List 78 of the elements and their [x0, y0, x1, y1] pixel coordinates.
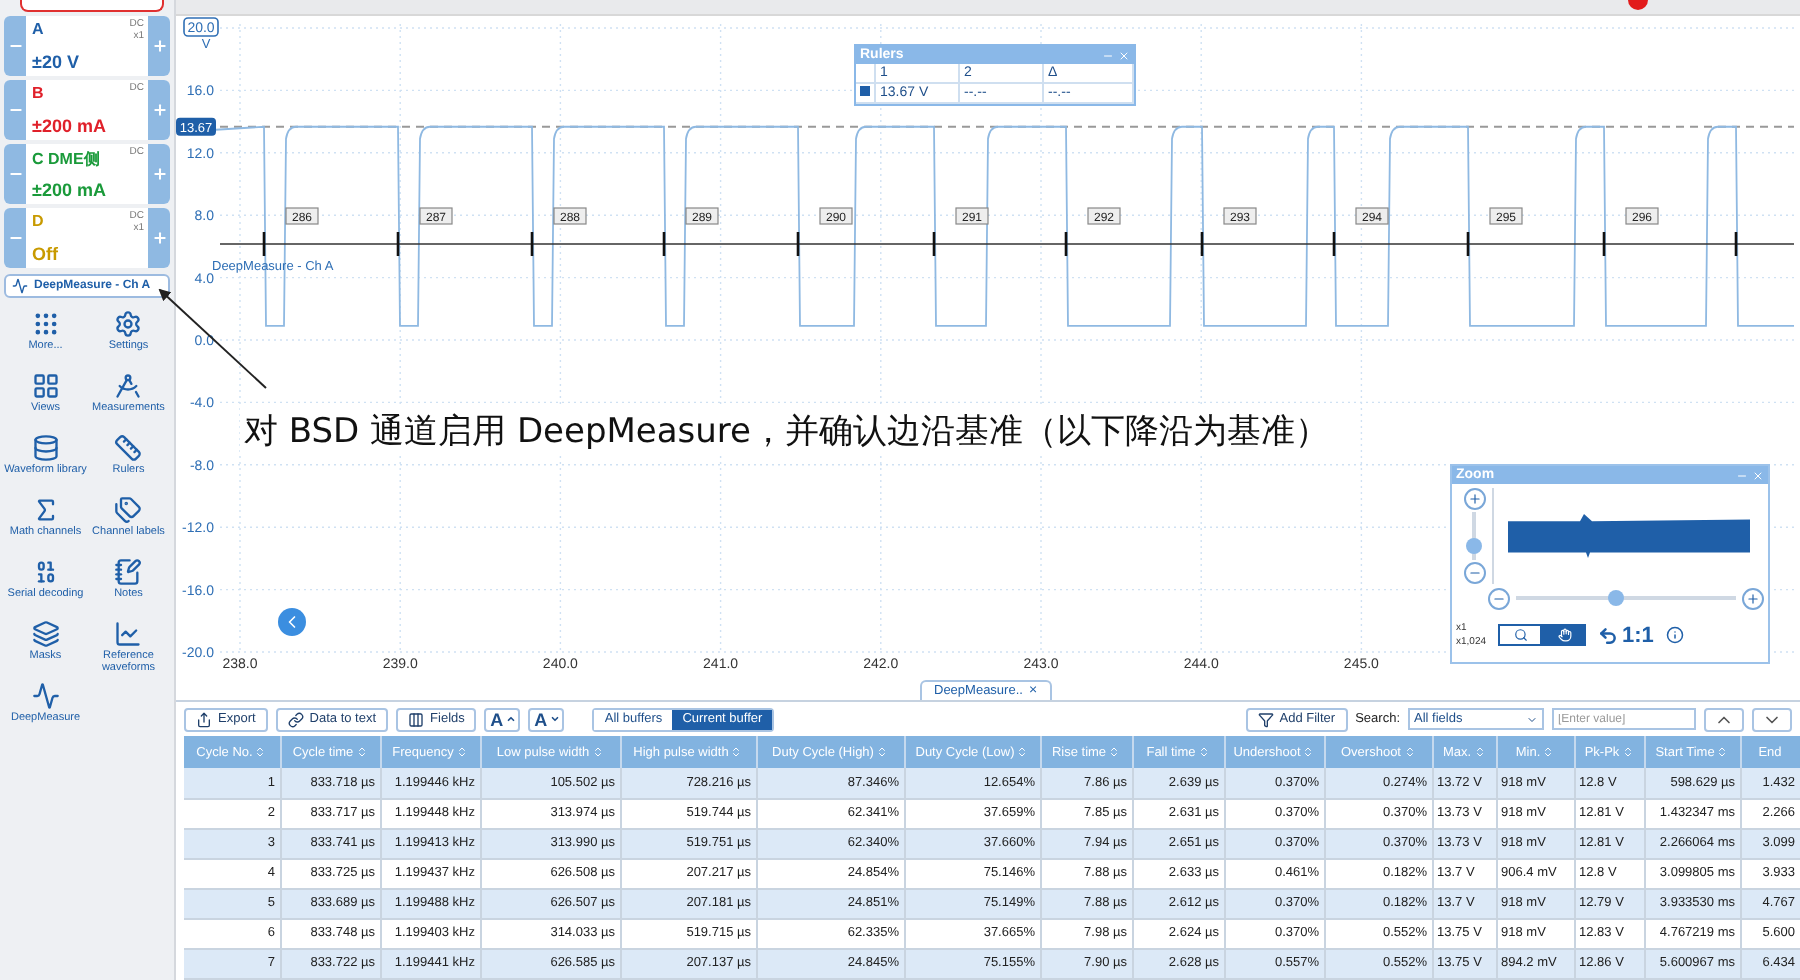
columns-icon [408, 711, 425, 727]
ruler-icon [114, 434, 143, 462]
zoom-out-button[interactable] [1463, 562, 1485, 584]
previous-button[interactable] [278, 608, 306, 636]
edge-marker [1332, 232, 1336, 256]
filter-icon [1257, 711, 1274, 727]
channel-range: Off [32, 244, 58, 264]
square-icon [860, 86, 870, 96]
header-button[interactable] [20, 0, 164, 12]
increase-button[interactable] [148, 208, 170, 268]
plus-icon [1746, 591, 1760, 605]
settings-icon [114, 310, 143, 338]
caret-up-icon [505, 714, 516, 724]
zoom-out-button[interactable] [1488, 587, 1510, 609]
zoom-in-button[interactable] [1742, 587, 1764, 609]
plus-icon [151, 230, 167, 246]
decrease-button[interactable] [4, 208, 26, 268]
channel-range: ±200 mA [32, 180, 106, 200]
undo-icon [1598, 625, 1619, 645]
edge-marker [1466, 232, 1470, 256]
plus-icon [151, 102, 167, 118]
decrease-button[interactable] [4, 16, 26, 76]
minimize-icon[interactable] [1102, 49, 1114, 61]
close-icon[interactable] [1118, 49, 1130, 61]
line-chart-icon [114, 620, 143, 648]
next-match-button[interactable] [1752, 707, 1792, 731]
hand-icon [1557, 628, 1572, 642]
plus-icon [151, 38, 167, 54]
zoom-in-button[interactable] [1463, 488, 1485, 510]
channel-label: A [32, 20, 44, 38]
previous-match-button[interactable] [1704, 707, 1744, 731]
caret-down-icon [1526, 713, 1538, 725]
close-icon[interactable] [1752, 469, 1764, 481]
link-icon [287, 711, 304, 727]
increase-button[interactable] [148, 80, 170, 140]
waveform-icon [12, 278, 28, 294]
edge-marker [662, 232, 666, 256]
decrease-font-button[interactable]: A [528, 707, 565, 731]
pan-button[interactable] [1542, 624, 1587, 646]
channel-range: ±200 mA [32, 116, 106, 136]
channel-label: C DME侧 [32, 148, 100, 170]
tags-icon [114, 496, 143, 524]
edge-marker [932, 232, 936, 256]
edge-marker [796, 232, 800, 256]
pointer-arrow [158, 288, 267, 389]
caret-down-icon [549, 714, 560, 724]
edge-marker [396, 232, 400, 256]
increase-button[interactable] [148, 144, 170, 204]
slider-thumb[interactable] [1607, 590, 1623, 606]
decrease-button[interactable] [4, 144, 26, 204]
notebook-icon [114, 558, 143, 586]
waveform-icon [31, 682, 60, 710]
edge-marker [530, 232, 534, 256]
edge-marker [1734, 232, 1738, 256]
edge-marker [262, 232, 266, 256]
search-icon [1513, 628, 1528, 642]
export-icon [196, 711, 212, 727]
info-icon[interactable] [1665, 626, 1684, 644]
layers-icon [31, 620, 60, 648]
minimize-icon[interactable] [1736, 469, 1748, 481]
increase-button[interactable] [148, 16, 170, 76]
channel-label: B [32, 84, 44, 102]
plus-icon [1467, 492, 1481, 506]
plus-icon [151, 166, 167, 182]
grid-icon [31, 372, 60, 400]
reset-zoom-button[interactable]: 1:1 [1598, 623, 1654, 647]
channel-label: D [32, 212, 44, 230]
slider-thumb[interactable] [1466, 537, 1482, 554]
edge-marker [1064, 232, 1068, 256]
database-icon [31, 434, 60, 462]
edge-marker [1602, 232, 1606, 256]
increase-font-button[interactable]: A [484, 707, 521, 731]
compass-icon [114, 372, 143, 400]
channel-range: ±20 V [32, 52, 79, 72]
dots-grid-icon [31, 310, 60, 338]
zoom-button[interactable] [1498, 624, 1543, 646]
edge-marker [1200, 232, 1204, 256]
decrease-button[interactable] [4, 80, 26, 140]
